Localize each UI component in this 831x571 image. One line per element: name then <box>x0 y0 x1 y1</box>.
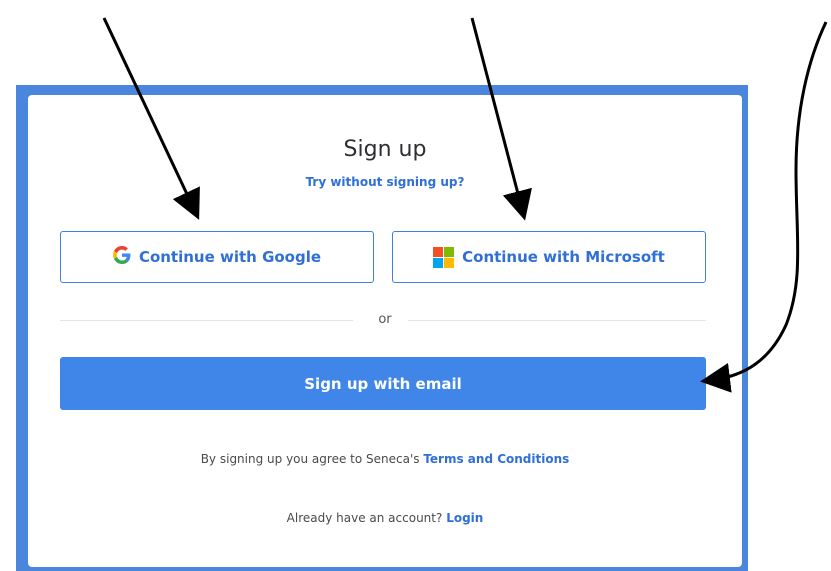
login-prompt: Already have an account? Login <box>28 511 742 525</box>
try-without-signup-link[interactable]: Try without signing up? <box>28 175 742 189</box>
page-title: Sign up <box>343 137 427 162</box>
continue-with-microsoft-button[interactable]: Continue with Microsoft <box>392 231 706 283</box>
login-text: Already have an account? <box>286 511 447 525</box>
microsoft-button-label: Continue with Microsoft <box>462 248 665 266</box>
google-logo-icon <box>112 246 131 268</box>
email-button-label: Sign up with email <box>304 374 462 393</box>
divider-right <box>408 320 706 321</box>
microsoft-logo-icon <box>433 246 455 268</box>
google-button-label: Continue with Google <box>138 248 322 266</box>
terms-text: By signing up you agree to Seneca's <box>200 452 424 466</box>
terms-and-conditions-link[interactable]: Terms and Conditions <box>423 452 569 466</box>
signup-card: Sign up Try without signing up? Continue… <box>28 95 742 567</box>
sign-up-with-email-button[interactable]: Sign up with email <box>60 357 706 410</box>
continue-with-google-button[interactable]: Continue with Google <box>60 231 374 283</box>
login-link[interactable]: Login <box>446 511 483 525</box>
terms-notice: By signing up you agree to Seneca's Term… <box>28 452 742 466</box>
